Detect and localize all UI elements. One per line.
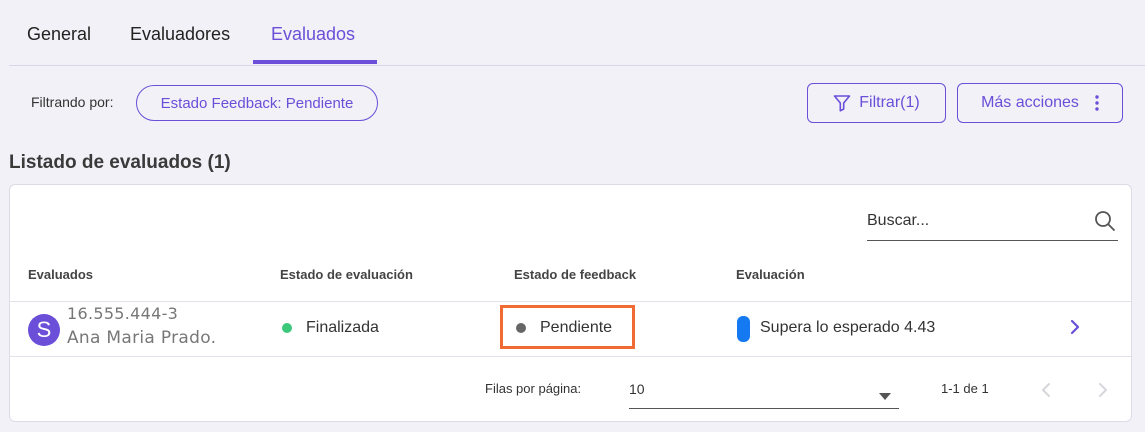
feedback-status-dot bbox=[516, 323, 526, 333]
evaluation-indicator bbox=[737, 316, 750, 342]
filter-chip[interactable]: Estado Feedback: Pendiente bbox=[136, 85, 378, 121]
evaluation-result: Supera lo esperado 4.43 bbox=[760, 319, 936, 336]
rows-per-page-value: 10 bbox=[629, 381, 645, 397]
avatar: S bbox=[28, 314, 60, 346]
more-vertical-icon bbox=[1095, 95, 1099, 111]
column-header-evaluacion[interactable]: Evaluación bbox=[736, 267, 805, 282]
feedback-status: Pendiente bbox=[516, 319, 612, 337]
page-range: 1-1 de 1 bbox=[941, 381, 989, 396]
section-title: Listado de evaluados (1) bbox=[9, 152, 231, 173]
active-tab-indicator bbox=[253, 60, 377, 64]
filter-button[interactable]: Filtrar(1) bbox=[807, 83, 946, 123]
more-actions-button[interactable]: Más acciones bbox=[957, 83, 1123, 123]
rows-per-page-label: Filas por página: bbox=[485, 381, 582, 396]
filter-icon bbox=[833, 94, 851, 112]
tab-evaluados[interactable]: Evaluados bbox=[271, 24, 355, 45]
evaluados-table-card: Evaluados Estado de evaluación Estado de… bbox=[9, 184, 1132, 422]
evaluation-status-dot bbox=[282, 323, 292, 333]
tab-evaluadores[interactable]: Evaluadores bbox=[130, 24, 230, 45]
chevron-down-icon bbox=[879, 387, 891, 405]
chevron-right-icon[interactable] bbox=[1068, 319, 1082, 340]
chevron-left-icon[interactable] bbox=[1040, 382, 1052, 403]
employee-name: Ana Maria Prado. bbox=[67, 328, 217, 348]
column-header-estado-evaluacion[interactable]: Estado de evaluación bbox=[280, 267, 413, 282]
row-divider bbox=[10, 356, 1131, 357]
feedback-status-label: Pendiente bbox=[540, 319, 613, 336]
filter-count: (1) bbox=[900, 94, 920, 111]
next-page-chevron-icon[interactable] bbox=[1097, 382, 1109, 403]
more-actions-label: Más acciones bbox=[981, 94, 1079, 111]
search-icon[interactable] bbox=[1094, 210, 1116, 237]
column-header-evaluados[interactable]: Evaluados bbox=[28, 267, 93, 282]
search-box bbox=[867, 206, 1118, 241]
evaluation-status-label: Finalizada bbox=[306, 319, 379, 336]
employee-id: 16.555.444-3 bbox=[67, 304, 179, 323]
rows-per-page-select[interactable]: 10 bbox=[629, 373, 899, 409]
evaluation-status: Finalizada bbox=[282, 319, 379, 337]
filter-label: Filtrando por: bbox=[31, 94, 114, 110]
tab-general[interactable]: General bbox=[27, 24, 91, 45]
column-header-estado-feedback[interactable]: Estado de feedback bbox=[514, 267, 636, 282]
header-divider bbox=[10, 301, 1131, 302]
search-input[interactable] bbox=[867, 212, 1077, 230]
tab-bar: General Evaluadores Evaluados bbox=[9, 0, 1145, 66]
filter-button-label: Filtrar bbox=[859, 94, 901, 111]
